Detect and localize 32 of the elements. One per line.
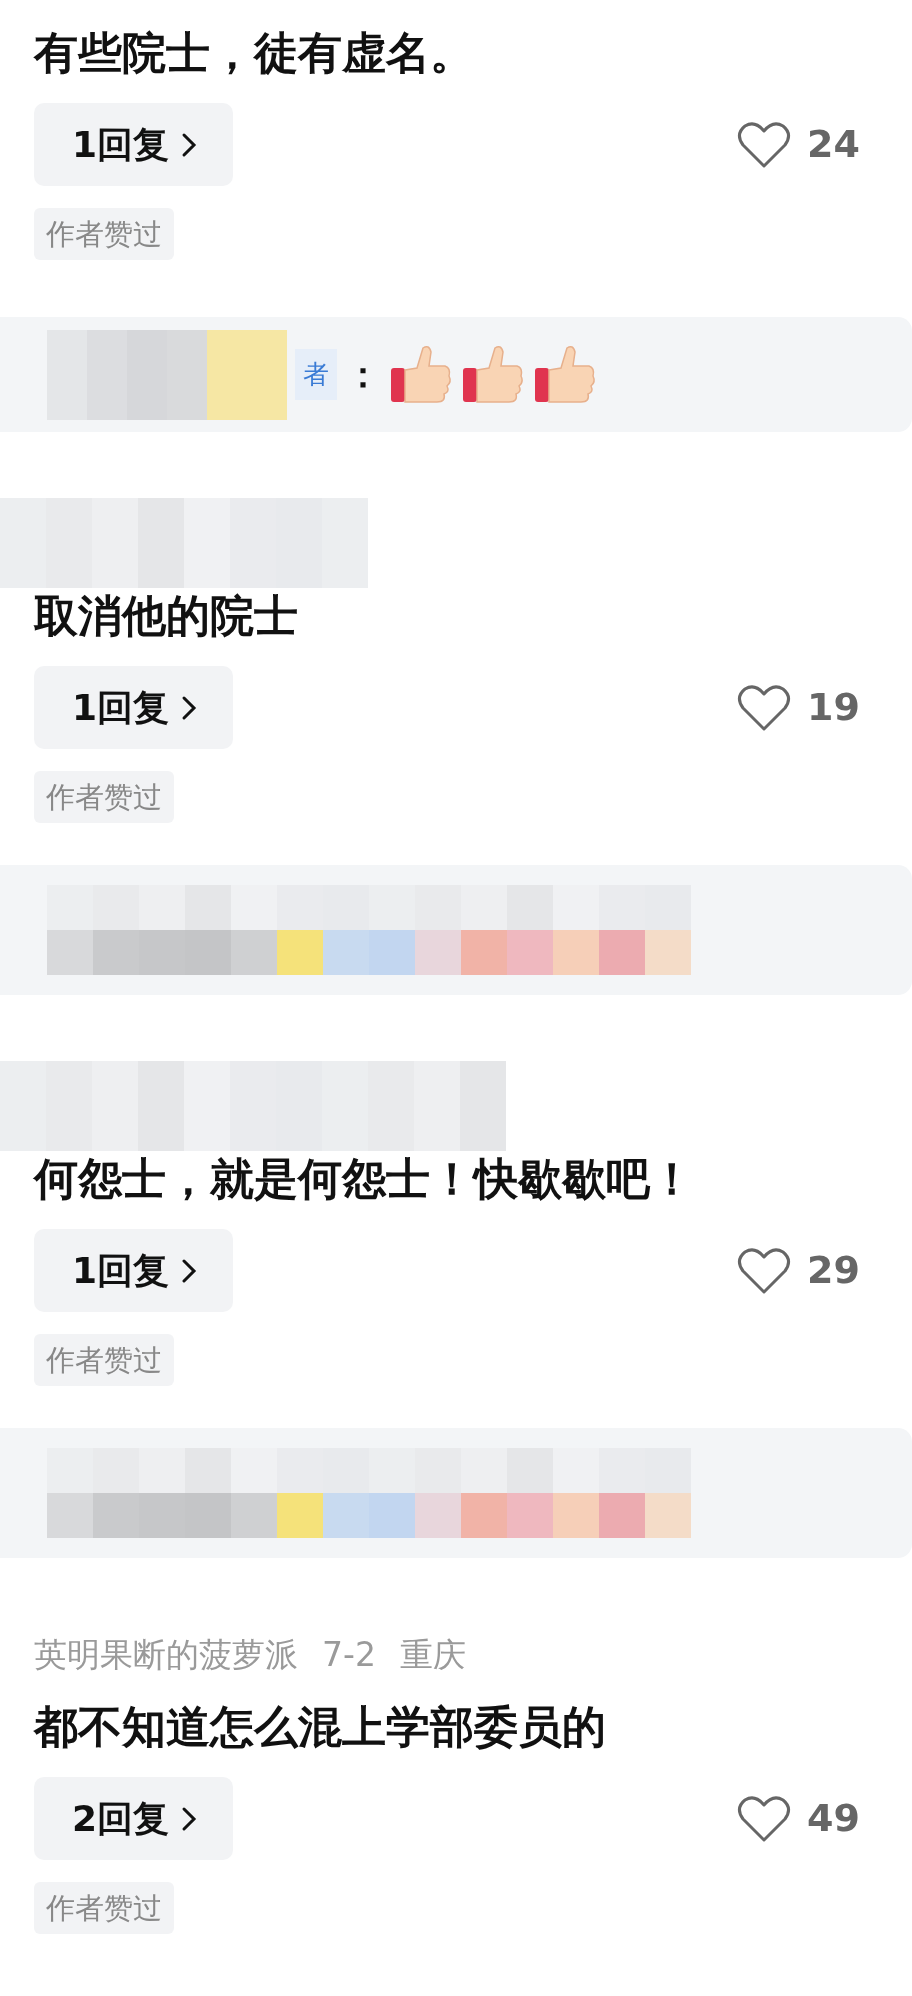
- comment-text: 有些院士，徒有虚名。: [34, 26, 475, 80]
- colon-text: ：: [345, 352, 381, 397]
- comment-text: 都不知道怎么混上学部委员的: [34, 1700, 607, 1754]
- username-fragment: 者: [295, 349, 337, 400]
- like-count: 24: [807, 121, 860, 168]
- heart-icon[interactable]: [737, 683, 792, 732]
- heart-icon[interactable]: [737, 1794, 792, 1843]
- like-count: 49: [807, 1795, 860, 1842]
- thumbs-up-icon: [389, 343, 453, 406]
- author-liked-tag: 作者赞过: [34, 208, 174, 260]
- author-liked-tag: 作者赞过: [34, 1334, 174, 1386]
- replies-button[interactable]: 2回复: [34, 1777, 234, 1860]
- thumbs-up-icon: [461, 343, 525, 406]
- author-liked-tag: 作者赞过: [34, 1882, 174, 1934]
- reply-preview-panel[interactable]: 者 ：: [0, 317, 912, 432]
- chevron-right-icon: [181, 1257, 198, 1284]
- heart-icon[interactable]: [737, 120, 792, 169]
- replies-button[interactable]: 1回复: [34, 103, 234, 186]
- heart-icon[interactable]: [737, 1246, 792, 1295]
- chevron-right-icon: [181, 1805, 198, 1832]
- thumbs-up-icon: [533, 343, 597, 406]
- chevron-right-icon: [181, 694, 198, 721]
- comment-text: 何怨士，就是何怨士！快歇歇吧！: [34, 1152, 695, 1206]
- like-count: 19: [807, 684, 860, 731]
- replies-button[interactable]: 1回复: [34, 1229, 234, 1312]
- comment-location: 重庆: [399, 1634, 466, 1676]
- author-liked-tag: 作者赞过: [34, 771, 174, 823]
- chevron-right-icon: [181, 131, 198, 158]
- comment-date: 7-2: [322, 1634, 376, 1676]
- comment-text: 取消他的院士: [34, 589, 299, 643]
- replies-button[interactable]: 1回复: [34, 666, 234, 749]
- like-count: 29: [807, 1247, 860, 1294]
